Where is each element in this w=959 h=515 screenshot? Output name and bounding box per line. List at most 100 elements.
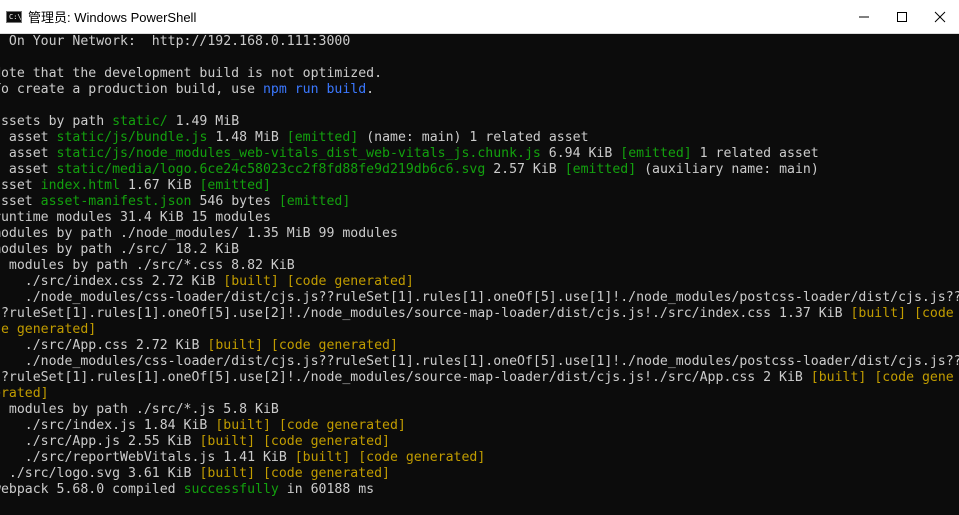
console-text-segment: 1.67 KiB <box>120 178 200 193</box>
console-text-segment: On Your Network: http://192.168.0.111:30… <box>0 34 351 49</box>
console-line: webpack 5.68.0 compiled successfully in … <box>0 482 374 498</box>
console-line: asset static/js/bundle.js 1.48 MiB [emit… <box>0 130 589 146</box>
console-text-segment: [code generated] <box>358 450 486 465</box>
console-text-segment: 546 bytes <box>191 194 279 209</box>
console-text-segment: [code gene <box>874 370 954 385</box>
console-text-segment: npm run build <box>262 82 367 97</box>
console-text-segment: [code generated] <box>262 434 391 449</box>
console-line: modules by path ./src/*.css 8.82 KiB <box>0 258 295 274</box>
console-text-segment: [built] <box>223 274 279 289</box>
console-text-segment: (name: main) 1 related asset <box>358 130 589 145</box>
console-text-segment: [built] <box>207 338 263 353</box>
console-text-segment: 6.94 KiB <box>540 146 621 161</box>
console-text-segment: asset <box>8 130 49 145</box>
console-line: ./node_modules/css-loader/dist/cjs.js??r… <box>0 354 959 370</box>
console-text-segment: asset <box>8 146 49 161</box>
console-text-segment: successfully <box>183 482 279 497</box>
console-text-segment: static/js/bundle.js <box>56 130 208 145</box>
console-text-segment: asset <box>0 178 33 193</box>
console-text-segment: [built] <box>294 450 351 465</box>
console-line: asset static/js/node_modules_web-vitals_… <box>0 146 819 162</box>
console-text-segment: assets by path <box>0 114 113 129</box>
console-line: assets by path static/ 1.49 MiB <box>0 114 239 130</box>
console-text-segment: modules by path ./src/*.js 5.8 KiB <box>0 402 279 417</box>
window-title: 管理员: Windows PowerShell <box>28 10 197 25</box>
powershell-console-icon[interactable]: C:\ <box>6 10 22 23</box>
console-line: ./src/logo.svg 3.61 KiB [built] [code ge… <box>0 466 390 482</box>
console-text-segment: ./src/App.css 2.72 KiB <box>0 338 208 353</box>
window-controls <box>845 0 959 33</box>
console-text-segment <box>906 306 914 321</box>
powershell-window: C:\ 管理员: Windows PowerShell On Your Netw… <box>0 0 959 515</box>
console-text-segment <box>255 466 263 481</box>
console-text-segment: ??ruleSet[1].rules[1].oneOf[5].use[2]!./… <box>0 306 851 321</box>
console-output[interactable]: On Your Network: http://192.168.0.111:30… <box>0 34 959 515</box>
console-line: asset asset-manifest.json 546 bytes [emi… <box>0 194 350 210</box>
console-line: ./node_modules/css-loader/dist/cjs.js??r… <box>0 290 959 306</box>
console-text-segment: [code <box>914 306 954 321</box>
console-text-segment: [emitted] <box>286 130 359 145</box>
maximize-button[interactable] <box>883 0 921 33</box>
console-text-segment: asset <box>0 194 33 209</box>
console-text-segment: 1 related asset <box>691 146 819 161</box>
console-text-segment: ./src/reportWebVitals.js 1.41 KiB <box>0 450 295 465</box>
console-text-segment: [emitted] <box>278 194 351 209</box>
console-text-segment <box>255 434 263 449</box>
console-text-segment: [built] <box>810 370 867 385</box>
console-text-segment: 1.48 MiB <box>207 130 287 145</box>
console-text-segment: [code generated] <box>262 466 391 481</box>
console-text-segment: in 60188 ms <box>278 482 375 497</box>
console-text-segment: static/media/logo.6ce24c58023cc2f8fd88fe… <box>56 162 486 177</box>
console-line: ./src/App.js 2.55 KiB [built] [code gene… <box>0 434 390 450</box>
console-line: ./src/index.js 1.84 KiB [built] [code ge… <box>0 418 406 434</box>
close-button[interactable] <box>921 0 959 33</box>
console-text-segment: [built] <box>199 466 256 481</box>
console-text-segment <box>271 418 279 433</box>
console-text-segment: [code generated] <box>270 338 398 353</box>
console-text-segment: To create a production build, use <box>0 82 263 97</box>
console-line: ./src/App.css 2.72 KiB [built] [code gen… <box>0 338 398 354</box>
close-icon <box>934 11 946 22</box>
console-text-segment: (auxiliary name: main) <box>636 162 819 177</box>
console-text-segment: . <box>366 82 375 97</box>
console-text-segment: ./node_modules/css-loader/dist/cjs.js??r… <box>0 354 959 369</box>
console-line: erated] <box>0 386 49 402</box>
console-line: asset static/media/logo.6ce24c58023cc2f8… <box>0 162 819 178</box>
minimize-button[interactable] <box>845 0 883 33</box>
console-text-segment: ??ruleSet[1].rules[1].oneOf[5].use[2]!./… <box>0 370 811 385</box>
console-line: modules by path ./node_modules/ 1.35 MiB… <box>0 226 398 242</box>
console-text-segment: index.html <box>40 178 121 193</box>
console-line: modules by path ./src/*.js 5.8 KiB <box>0 402 279 418</box>
console-text-segment: [code generated] <box>286 274 414 289</box>
console-line: Note that the development build is not o… <box>0 66 382 82</box>
console-text-segment: [emitted] <box>620 146 692 161</box>
console-text-segment: [built] <box>850 306 907 321</box>
console-text-segment: erated] <box>0 386 49 401</box>
console-text-segment: modules by path ./src/ 18.2 KiB <box>0 242 240 257</box>
console-text-segment: ./src/index.js 1.84 KiB <box>0 418 216 433</box>
console-text-segment: 1.49 MiB <box>167 114 240 129</box>
console-line: ??ruleSet[1].rules[1].oneOf[5].use[2]!./… <box>0 370 954 386</box>
console-text-segment: ./src/logo.svg 3.61 KiB <box>0 466 200 481</box>
console-text-segment: [built] <box>215 418 271 433</box>
console-text-segment: webpack 5.68.0 compiled <box>0 482 184 497</box>
minimize-icon <box>859 16 869 17</box>
console-text-segment <box>263 338 271 353</box>
console-text-segment <box>279 274 287 289</box>
console-line: modules by path ./src/ 18.2 KiB <box>0 242 239 258</box>
console-line: de generated] <box>0 322 96 338</box>
console-text-segment: [built] <box>199 434 256 449</box>
console-text-segment: [emitted] <box>199 178 271 193</box>
console-text-segment: ./src/App.js 2.55 KiB <box>0 434 200 449</box>
console-text-segment: [code generated] <box>278 418 406 433</box>
console-line: On Your Network: http://192.168.0.111:30… <box>0 34 350 50</box>
console-line: To create a production build, use npm ru… <box>0 82 374 98</box>
console-text-segment: runtime modules 31.4 KiB 15 modules <box>0 210 271 225</box>
title-bar[interactable]: C:\ 管理员: Windows PowerShell <box>0 0 959 34</box>
console-line: ??ruleSet[1].rules[1].oneOf[5].use[2]!./… <box>0 306 954 322</box>
console-line: runtime modules 31.4 KiB 15 modules <box>0 210 271 226</box>
console-line: asset index.html 1.67 KiB [emitted] <box>0 178 271 194</box>
console-text-segment: static/js/node_modules_web-vitals_dist_w… <box>56 146 541 161</box>
console-text-segment: de generated] <box>0 322 97 337</box>
console-line: ./src/reportWebVitals.js 1.41 KiB [built… <box>0 450 486 466</box>
